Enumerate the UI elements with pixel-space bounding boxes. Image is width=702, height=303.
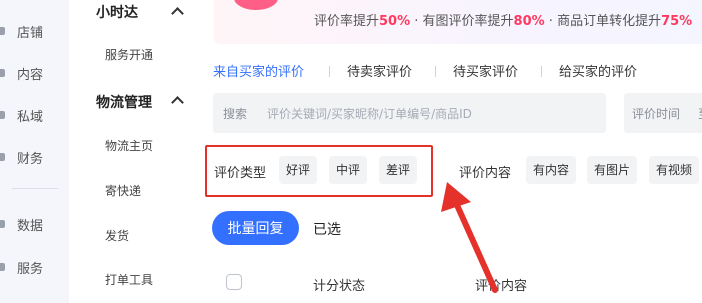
finance-icon <box>0 153 5 161</box>
private-domain-icon <box>0 111 5 119</box>
tab-divider <box>435 66 436 77</box>
rail-item-content[interactable]: 内容 <box>0 61 69 85</box>
rail-item-private-domain[interactable]: 私域 <box>0 103 69 127</box>
rail-label-private-domain: 私域 <box>17 109 44 125</box>
rail-item-data[interactable]: 数据 <box>0 212 69 236</box>
main-content: 评价率提升50% · 有图评价率提升80% · 商品订单转化提升75% 来自买家… <box>195 0 702 303</box>
tab-divider <box>329 66 330 77</box>
banner-text-2: · 有图评价率提升 <box>410 14 514 29</box>
store-icon <box>0 27 5 35</box>
banner-value-3: 75% <box>661 14 693 29</box>
select-all-checkbox[interactable] <box>226 274 242 290</box>
secondary-nav: 小时达 服务开通 物流管理 物流主页 寄快递 发货 打单工具 <box>69 0 195 303</box>
rail-label-data: 数据 <box>17 218 44 234</box>
search-box[interactable]: 搜索 <box>213 93 606 133</box>
banner-value-1: 50% <box>379 14 411 29</box>
review-time-end-label: 至 <box>698 105 702 122</box>
batch-reply-button[interactable]: 批量回复 <box>212 211 299 245</box>
nav-item-send-express[interactable]: 寄快递 <box>105 182 141 199</box>
annotation-highlight-box <box>205 145 433 197</box>
review-time-label: 评价时间 <box>632 107 681 121</box>
rail-item-finance[interactable]: 财务 <box>0 145 69 169</box>
chip-has-video[interactable]: 有视频 <box>649 156 700 184</box>
search-label: 搜索 <box>223 107 248 121</box>
rail-item-store[interactable]: 店铺 <box>0 19 69 43</box>
banner-text: 评价率提升50% · 有图评价率提升80% · 商品订单转化提升75% <box>314 10 692 29</box>
rail-label-service: 服务 <box>17 261 44 277</box>
data-icon <box>0 220 5 228</box>
tab-pending-buyer[interactable]: 待买家评价 <box>453 61 518 80</box>
nav-group-hourly-delivery[interactable]: 小时达 <box>96 2 138 22</box>
rail-divider <box>12 188 58 189</box>
service-icon <box>0 263 5 271</box>
chip-has-images[interactable]: 有图片 <box>587 156 638 184</box>
tab-pending-seller[interactable]: 待卖家评价 <box>347 61 412 80</box>
review-time-filter[interactable]: 评价时间 至 <box>624 93 702 133</box>
rail-item-service[interactable]: 服务 <box>0 255 69 279</box>
review-content-label: 评价内容 <box>459 166 512 181</box>
banner-text-3: · 商品订单转化提升 <box>544 14 662 29</box>
chevron-up-icon[interactable] <box>171 7 184 20</box>
banner-illustration <box>234 0 278 10</box>
promo-banner: 评价率提升50% · 有图评价率提升80% · 商品订单转化提升75% <box>214 0 702 44</box>
nav-group-logistics[interactable]: 物流管理 <box>96 92 152 112</box>
nav-item-logistics-home[interactable]: 物流主页 <box>105 137 153 154</box>
banner-text-1: 评价率提升 <box>314 14 380 29</box>
search-input[interactable] <box>265 103 599 125</box>
column-review-content: 评价内容 <box>475 279 528 294</box>
tab-to-buyers[interactable]: 给买家的评价 <box>559 61 637 80</box>
rail-label-content: 内容 <box>17 67 44 83</box>
chevron-up-icon[interactable] <box>171 96 184 109</box>
banner-value-2: 80% <box>513 14 545 29</box>
nav-item-ship[interactable]: 发货 <box>105 227 129 244</box>
nav-item-service-activation[interactable]: 服务开通 <box>105 46 153 63</box>
selected-label: 已选 <box>313 222 341 238</box>
column-score-status: 计分状态 <box>313 279 366 294</box>
nav-item-print-tool[interactable]: 打单工具 <box>105 271 153 288</box>
chip-has-content[interactable]: 有内容 <box>526 156 577 184</box>
icon-rail: 店铺 内容 私域 财务 数据 服务 <box>0 0 69 303</box>
tab-from-buyers[interactable]: 来自买家的评价 <box>213 61 304 80</box>
tab-divider <box>541 66 542 77</box>
content-icon <box>0 69 5 77</box>
rail-label-store: 店铺 <box>17 25 44 41</box>
rail-label-finance: 财务 <box>17 151 44 167</box>
